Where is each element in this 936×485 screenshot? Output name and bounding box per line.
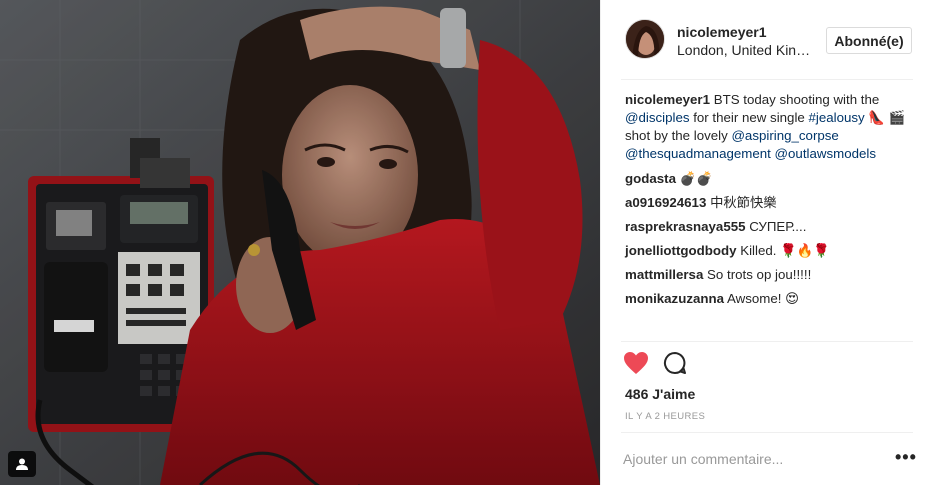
comment-text: 中秋節快樂 <box>710 195 777 210</box>
caption-username[interactable]: nicolemeyer1 <box>625 92 710 107</box>
comment-text: СУПЕР.... <box>749 219 807 234</box>
user-tag-icon <box>16 458 28 470</box>
mention-link[interactable]: @disciples <box>625 110 690 125</box>
comment-text: 💣💣 <box>679 171 713 186</box>
post-location[interactable]: London, United Kingdom <box>677 42 811 58</box>
mention-link[interactable]: @aspiring_corpse <box>731 128 838 143</box>
divider <box>621 79 913 80</box>
follow-button[interactable]: Abonné(e) <box>826 27 912 54</box>
post-side-panel: nicolemeyer1 London, United Kingdom Abon… <box>600 0 936 485</box>
post-timestamp[interactable]: IL Y A 2 HEURES <box>625 411 705 422</box>
comment-username[interactable]: a0916924613 <box>625 195 706 210</box>
caption-text: shot by the lovely <box>625 128 732 143</box>
comment-item: a0916924613 中秋節快樂 <box>625 194 915 212</box>
post-caption: nicolemeyer1 BTS today shooting with the… <box>625 91 915 163</box>
comment-item: jonelliottgodbody Killed. 🌹🔥🌹 <box>625 242 915 260</box>
like-button[interactable] <box>623 351 649 380</box>
comment-text: Awsome! 😍 <box>726 291 799 306</box>
heart-icon <box>624 351 648 374</box>
likes-count[interactable]: 486 J'aime <box>625 386 695 402</box>
instagram-post: nicolemeyer1 London, United Kingdom Abon… <box>0 0 936 485</box>
more-options-button[interactable]: ••• <box>895 448 917 466</box>
mention-link[interactable]: @thesquadmanagement <box>625 146 771 161</box>
post-header: nicolemeyer1 London, United Kingdom Abon… <box>601 0 936 79</box>
comment-item: godasta 💣💣 <box>625 170 915 188</box>
divider <box>621 341 913 342</box>
photo-illustration <box>0 0 600 485</box>
comment-button[interactable] <box>663 351 687 380</box>
comment-item: rasprekrasnaya555 СУПЕР.... <box>625 218 915 236</box>
post-photo[interactable] <box>0 0 600 485</box>
comment-item: monikazuzanna Awsome! 😍 <box>625 290 915 308</box>
avatar-image <box>626 20 664 58</box>
comment-username[interactable]: rasprekrasnaya555 <box>625 219 746 234</box>
caption-text: for their new single <box>689 110 809 125</box>
comment-item: mattmillersa So trots op jou!!!!! <box>625 266 915 284</box>
hashtag-link[interactable]: #jealousy <box>809 110 865 125</box>
post-actions <box>623 350 687 380</box>
comments-list: nicolemeyer1 BTS today shooting with the… <box>625 91 915 314</box>
emoji: 👠 <box>868 110 885 125</box>
add-comment-input[interactable] <box>623 448 873 470</box>
mention-link[interactable]: @outlawsmodels <box>775 146 876 161</box>
user-tag-button[interactable] <box>8 451 36 477</box>
comment-text: Killed. 🌹🔥🌹 <box>740 243 830 258</box>
caption-text: BTS today shooting with the <box>710 92 880 107</box>
comment-bubble-icon <box>663 351 686 374</box>
comment-username[interactable]: jonelliottgodbody <box>625 243 737 258</box>
comment-text: So trots op jou!!!!! <box>707 267 812 282</box>
avatar[interactable] <box>625 19 665 59</box>
comment-username[interactable]: godasta <box>625 171 676 186</box>
emoji: 🎬 <box>888 110 906 125</box>
comment-username[interactable]: mattmillersa <box>625 267 703 282</box>
divider <box>621 432 913 433</box>
comment-username[interactable]: monikazuzanna <box>625 291 724 306</box>
post-username[interactable]: nicolemeyer1 <box>677 24 767 40</box>
